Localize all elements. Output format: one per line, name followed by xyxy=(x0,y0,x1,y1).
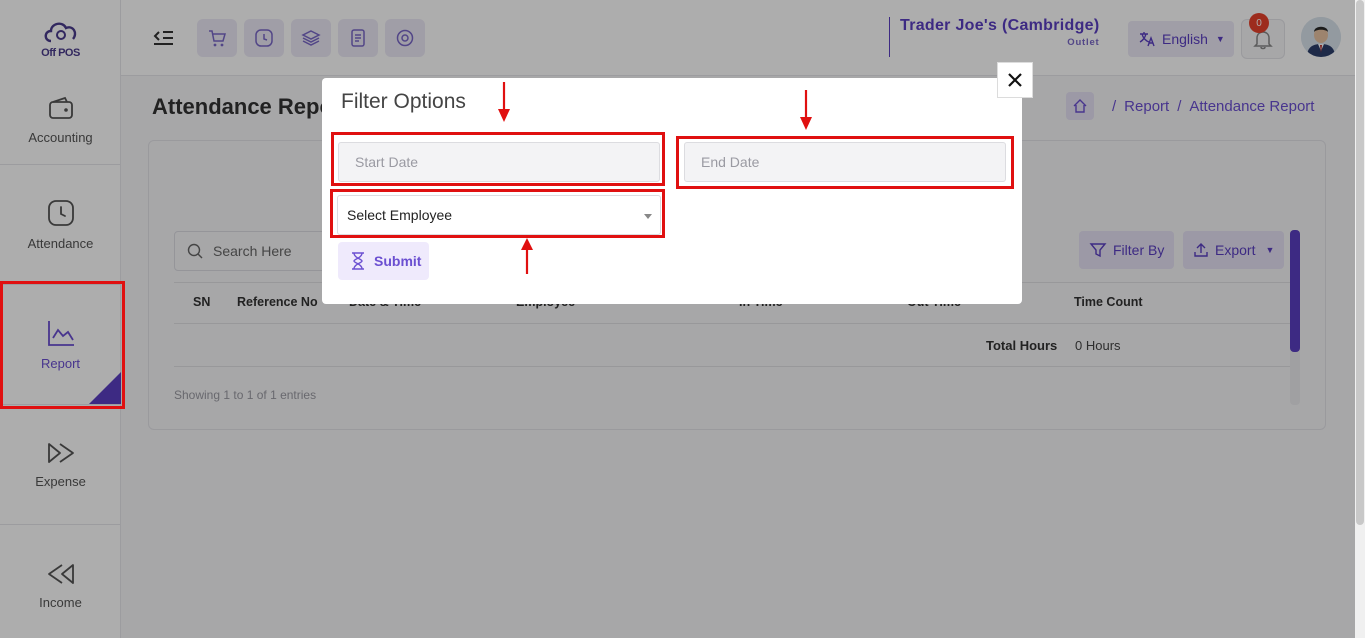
submit-label: Submit xyxy=(374,253,422,269)
submit-button[interactable]: Submit xyxy=(338,242,429,280)
page-scrollbar[interactable] xyxy=(1355,0,1365,638)
annotation-arrow-up xyxy=(521,238,533,274)
annotation-box-report xyxy=(0,281,125,409)
annotation-arrow-down xyxy=(800,90,812,130)
close-button[interactable] xyxy=(997,62,1033,98)
annotation-box-start-date xyxy=(331,132,665,186)
annotation-arrow-down xyxy=(498,82,510,122)
annotation-box-employee xyxy=(330,189,665,238)
annotation-box-end-date xyxy=(676,136,1014,189)
close-icon xyxy=(1008,73,1022,87)
hourglass-icon xyxy=(352,252,364,270)
modal-title: Filter Options xyxy=(341,90,466,113)
